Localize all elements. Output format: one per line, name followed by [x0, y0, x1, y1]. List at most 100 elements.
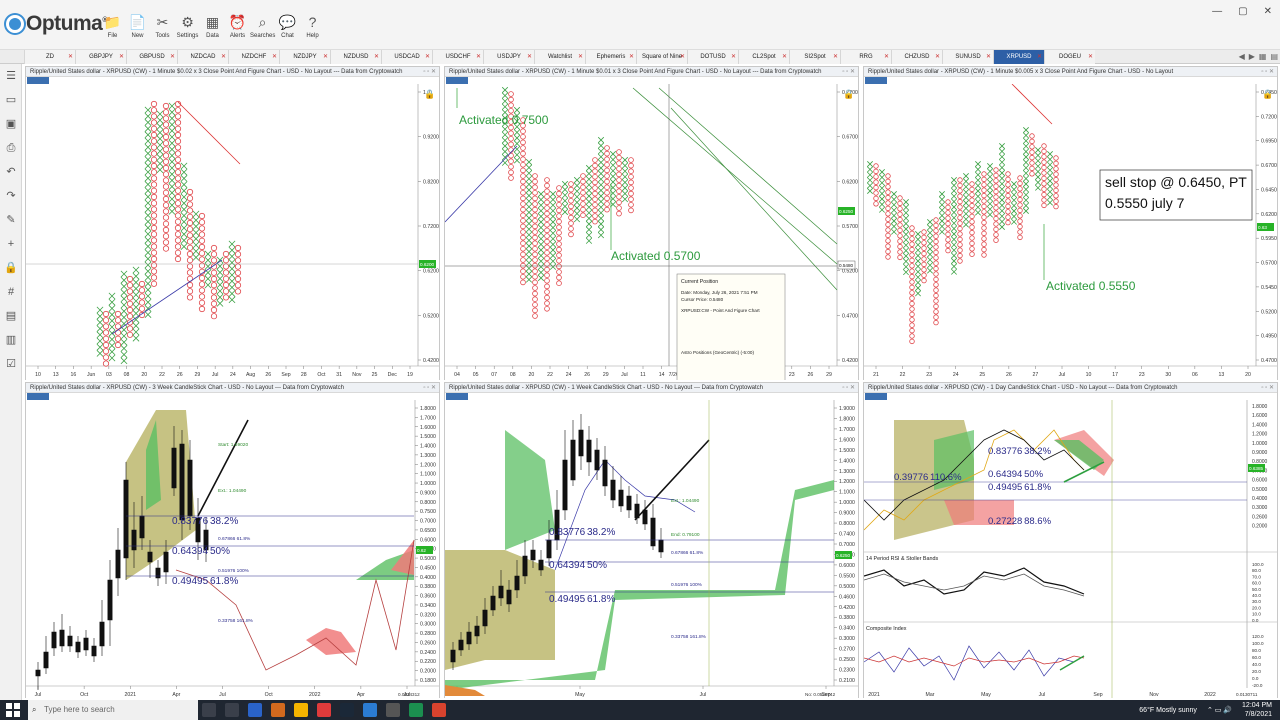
- new-button[interactable]: 📄 New: [125, 14, 150, 48]
- steam-icon[interactable]: [340, 703, 354, 717]
- tab-xrpusd[interactable]: XRPUSD ✕: [993, 50, 1044, 64]
- windows-start-icon[interactable]: [6, 703, 20, 717]
- layers-icon[interactable]: ▤: [0, 304, 22, 328]
- clock[interactable]: 12:04 PM 7/8/2021: [1242, 701, 1272, 719]
- tab-nzdjpy[interactable]: NZDJPY ✕: [279, 50, 330, 64]
- panel-window-controls[interactable]: ▫ ▫ ✕: [1261, 383, 1274, 393]
- grid-icon[interactable]: ▦: [1259, 50, 1267, 64]
- tools-button[interactable]: ✂ Tools: [150, 14, 175, 48]
- tab-zd[interactable]: ZD ✕: [24, 50, 75, 64]
- tab-gbpusd[interactable]: GBPUSD ✕: [126, 50, 177, 64]
- chart-panel-pf-0005[interactable]: Ripple/United States dollar - XRPUSD (CW…: [863, 66, 1278, 380]
- tab-usdjpy[interactable]: USDJPY ✕: [483, 50, 534, 64]
- undo-icon[interactable]: ↶: [0, 160, 22, 184]
- tab-gbpjpy[interactable]: GBPJPY ✕: [75, 50, 126, 64]
- close-tab-icon[interactable]: ✕: [425, 50, 430, 64]
- panel-window-controls[interactable]: ▫ ▫ ✕: [423, 67, 436, 77]
- tab-square-of-nine[interactable]: Square of Nine ✕: [636, 50, 687, 64]
- searches-button[interactable]: ⌕ Searches: [250, 14, 275, 48]
- settings-button[interactable]: ⚙ Settings: [175, 14, 200, 48]
- close-tab-icon[interactable]: ✕: [986, 50, 991, 64]
- close-tab-icon[interactable]: ✕: [323, 50, 328, 64]
- weather-widget[interactable]: 66°F Mostly sunny: [1139, 707, 1197, 714]
- p1-x-tick-label: 10: [35, 372, 41, 378]
- edge-icon[interactable]: [248, 703, 262, 717]
- camtasia-icon[interactable]: [409, 703, 423, 717]
- lock-icon[interactable]: 🔒: [0, 256, 22, 280]
- close-tab-icon[interactable]: ✕: [578, 50, 583, 64]
- chart-panel-pf-001[interactable]: Ripple/United States dollar - XRPUSD (CW…: [444, 66, 859, 380]
- chart-panel-pf-002[interactable]: Ripple/United States dollar - XRPUSD (CW…: [25, 66, 440, 380]
- tab-nzdchf[interactable]: NZDCHF ✕: [228, 50, 279, 64]
- close-tab-icon[interactable]: ✕: [884, 50, 889, 64]
- file-button[interactable]: 📁 File: [100, 14, 125, 48]
- grid-app-icon[interactable]: [225, 703, 239, 717]
- chat-button[interactable]: 💬 Chat: [275, 14, 300, 48]
- print-icon[interactable]: ⎙: [0, 136, 22, 160]
- close-tab-icon[interactable]: ✕: [629, 50, 634, 64]
- list-icon[interactable]: ☰: [0, 64, 22, 88]
- close-tab-icon[interactable]: ✕: [68, 50, 73, 64]
- tab-rrg[interactable]: RRG ✕: [840, 50, 891, 64]
- panel-window-controls[interactable]: ▫ ▫ ✕: [842, 67, 855, 77]
- close-tab-icon[interactable]: ✕: [680, 50, 685, 64]
- close-tab-icon[interactable]: ✕: [782, 50, 787, 64]
- grid-icon[interactable]: #: [0, 280, 22, 304]
- task-view-icon[interactable]: [202, 703, 216, 717]
- close-tab-icon[interactable]: ✕: [527, 50, 532, 64]
- maximize-icon[interactable]: ▢: [1238, 6, 1247, 17]
- tray-icons[interactable]: ⌃ ▭ 🔊: [1207, 706, 1232, 714]
- chart-panel-1day-candles[interactable]: Ripple/United States dollar - XRPUSD (CW…: [863, 382, 1278, 698]
- tab-sunusd[interactable]: SUNUSD ✕: [942, 50, 993, 64]
- recorder-icon[interactable]: [432, 703, 446, 717]
- tab-dotusd[interactable]: DOTUSD ✕: [687, 50, 738, 64]
- help-button[interactable]: ? Help: [300, 14, 325, 48]
- explorer-icon[interactable]: [294, 703, 308, 717]
- panel-window-controls[interactable]: ▫ ▫ ✕: [423, 383, 436, 393]
- close-icon[interactable]: ✕: [1264, 6, 1272, 17]
- panel-window-controls[interactable]: ▫ ▫ ✕: [842, 383, 855, 393]
- close-tab-icon[interactable]: ✕: [476, 50, 481, 64]
- tab-usdchf[interactable]: USDCHF ✕: [432, 50, 483, 64]
- taskbar-search-input[interactable]: ⌕ Type here to search: [28, 700, 198, 720]
- tab-chzusd[interactable]: CHZUSD ✕: [891, 50, 942, 64]
- data-button[interactable]: ▦ Data: [200, 14, 225, 48]
- tab-nzdcad[interactable]: NZDCAD ✕: [177, 50, 228, 64]
- tab-cl2spot[interactable]: CL2Spot ✕: [738, 50, 789, 64]
- minimize-icon[interactable]: —: [1212, 6, 1222, 17]
- panel-window-controls[interactable]: ▫ ▫ ✕: [1261, 67, 1274, 77]
- checklist-icon[interactable]: ☑: [0, 352, 22, 376]
- tab-list-icon[interactable]: ▤: [1270, 50, 1278, 64]
- chevron-right-icon[interactable]: ▶: [1249, 50, 1255, 64]
- alerts-button[interactable]: ⏰ Alerts: [225, 14, 250, 48]
- tab-watchlist[interactable]: Watchlist ✕: [534, 50, 585, 64]
- close-tab-icon[interactable]: ✕: [170, 50, 175, 64]
- open-icon[interactable]: ▭: [0, 88, 22, 112]
- tab-si2spot[interactable]: SI2Spot ✕: [789, 50, 840, 64]
- opera-icon[interactable]: [317, 703, 331, 717]
- close-tab-icon[interactable]: ✕: [119, 50, 124, 64]
- brave-icon[interactable]: [271, 703, 285, 717]
- notes-icon[interactable]: ▥: [0, 328, 22, 352]
- crosshair-icon[interactable]: +: [0, 232, 22, 256]
- tab-dogeu[interactable]: DOGEU ✕: [1044, 50, 1095, 64]
- tab-ephemeris[interactable]: Ephemeris ✕: [585, 50, 636, 64]
- chart-panel-1week-candles[interactable]: Ripple/United States dollar - XRPUSD (CW…: [444, 382, 859, 698]
- close-tab-icon[interactable]: ✕: [221, 50, 226, 64]
- tab-usdcad[interactable]: USDCAD ✕: [381, 50, 432, 64]
- close-tab-icon[interactable]: ✕: [731, 50, 736, 64]
- tab-nzdusd[interactable]: NZDUSD ✕: [330, 50, 381, 64]
- chevron-left-icon[interactable]: ◀: [1239, 50, 1245, 64]
- redo-icon[interactable]: ↷: [0, 184, 22, 208]
- draw-tool-icon[interactable]: ✎: [0, 208, 22, 232]
- close-tab-icon[interactable]: ✕: [272, 50, 277, 64]
- app-icon[interactable]: [363, 703, 377, 717]
- chart-panel-3week-candles[interactable]: Ripple/United States dollar - XRPUSD (CW…: [25, 382, 440, 698]
- close-tab-icon[interactable]: ✕: [935, 50, 940, 64]
- close-tab-icon[interactable]: ✕: [833, 50, 838, 64]
- save-icon[interactable]: ▣: [0, 112, 22, 136]
- close-tab-icon[interactable]: ✕: [1037, 50, 1042, 64]
- app-icon[interactable]: [386, 703, 400, 717]
- close-tab-icon[interactable]: ✕: [1088, 50, 1093, 64]
- close-tab-icon[interactable]: ✕: [374, 50, 379, 64]
